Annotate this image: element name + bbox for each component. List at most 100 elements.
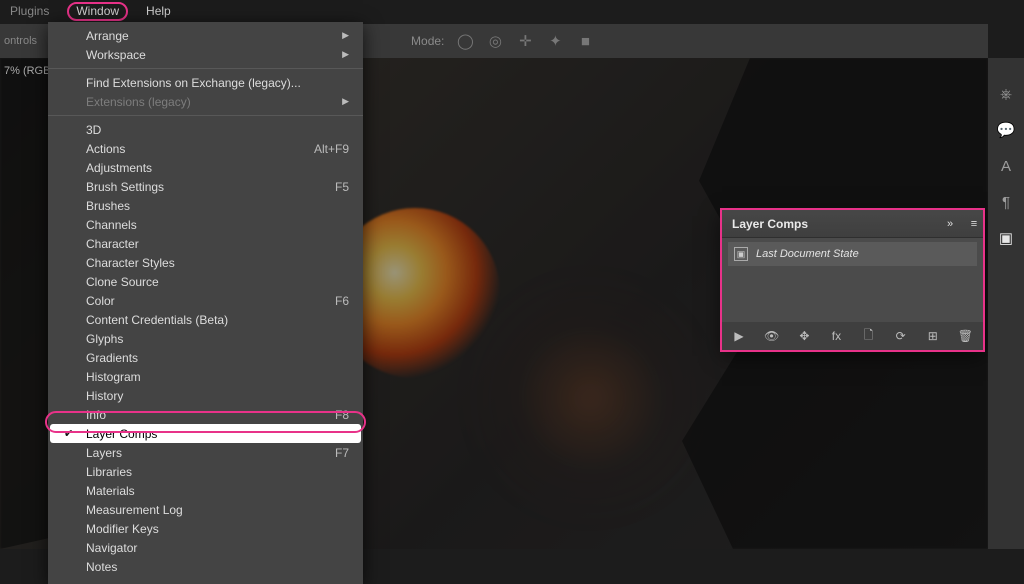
label: Channels: [86, 218, 137, 232]
shortcut: F7: [335, 446, 349, 460]
menu-item-modifier-keys[interactable]: Modifier Keys: [48, 519, 363, 538]
label: Adjustments: [86, 161, 152, 175]
mode-icon-3[interactable]: ✛: [516, 32, 534, 50]
menu-item-navigator[interactable]: Navigator: [48, 538, 363, 557]
update-appearance-icon[interactable]: fx: [829, 328, 843, 344]
menu-item-3d[interactable]: 3D: [48, 120, 363, 139]
menu-item-libraries[interactable]: Libraries: [48, 462, 363, 481]
separator: [48, 115, 363, 116]
document-state-icon: ▣: [734, 247, 748, 261]
menu-item-brushes[interactable]: Brushes: [48, 196, 363, 215]
menu-item-color[interactable]: Color F6: [48, 291, 363, 310]
shortcut: F5: [335, 180, 349, 194]
menu-bar: Plugins Window Help: [0, 1, 179, 21]
label: Content Credentials (Beta): [86, 313, 228, 327]
dock-learn-icon[interactable]: ⎈: [996, 84, 1016, 104]
label: Notes: [86, 560, 117, 574]
last-document-state: Last Document State: [756, 248, 859, 260]
label: Measurement Log: [86, 503, 183, 517]
submenu-arrow-icon: ▶: [342, 96, 349, 107]
menu-item-materials[interactable]: Materials: [48, 481, 363, 500]
label: Gradients: [86, 351, 138, 365]
menu-item-brush-settings[interactable]: Brush Settings F5: [48, 177, 363, 196]
menu-item-clone-source[interactable]: Clone Source: [48, 272, 363, 291]
panel-title: Layer Comps: [732, 217, 808, 231]
layer-comp-row[interactable]: ▣ Last Document State: [728, 242, 977, 266]
label: Libraries: [86, 465, 132, 479]
menu-item-find-extensions[interactable]: Find Extensions on Exchange (legacy)...: [48, 73, 363, 92]
label: Workspace: [86, 48, 146, 62]
dock-comments-icon[interactable]: 💬: [996, 120, 1016, 140]
refresh-icon[interactable]: ⟳: [894, 328, 908, 344]
shortcut: Alt+F9: [314, 142, 349, 156]
dock-layer-comps-icon[interactable]: ▣: [996, 228, 1016, 248]
separator: [48, 68, 363, 69]
shortcut: F6: [335, 294, 349, 308]
update-comp-icon[interactable]: 🗋: [862, 328, 876, 344]
menu-item-character-styles[interactable]: Character Styles: [48, 253, 363, 272]
menu-item-workspace[interactable]: Workspace ▶: [48, 45, 363, 64]
apply-previous-icon[interactable]: ▶: [732, 328, 746, 344]
menu-item-info[interactable]: Info F8: [48, 405, 363, 424]
doc-status: 7% (RGB: [0, 62, 54, 80]
delete-icon[interactable]: 🗑: [958, 328, 973, 344]
mode-icon-4[interactable]: ✦: [546, 32, 564, 50]
highlight-window: Window: [67, 2, 128, 21]
menu-item-measurement-log[interactable]: Measurement Log: [48, 500, 363, 519]
haze: [460, 268, 720, 528]
label: Find Extensions on Exchange (legacy)...: [86, 76, 301, 90]
label: History: [86, 389, 123, 403]
mode-icon-5[interactable]: ■: [576, 32, 594, 50]
submenu-arrow-icon: ▶: [342, 30, 349, 41]
label: Character: [86, 237, 139, 251]
menu-item-extensions: Extensions (legacy) ▶: [48, 92, 363, 111]
dock-paragraph-icon[interactable]: ¶: [996, 192, 1016, 212]
label: Info: [86, 408, 106, 422]
menu-item-channels[interactable]: Channels: [48, 215, 363, 234]
menu-item-glyphs[interactable]: Glyphs: [48, 329, 363, 348]
label: Character Styles: [86, 256, 175, 270]
label: Extensions (legacy): [86, 95, 191, 109]
mode-icon-2[interactable]: ◎: [486, 32, 504, 50]
menu-item-arrange[interactable]: Arrange ▶: [48, 26, 363, 45]
update-position-icon[interactable]: ✥: [797, 328, 811, 344]
label: Color: [86, 294, 115, 308]
dock-character-icon[interactable]: A: [996, 156, 1016, 176]
menu-item-notes[interactable]: Notes: [48, 557, 363, 576]
label: Brushes: [86, 199, 130, 213]
menu-item-character[interactable]: Character: [48, 234, 363, 253]
mode-icon-1[interactable]: ◯: [456, 32, 474, 50]
menu-item-layer-comps[interactable]: ✔Layer Comps: [50, 424, 361, 443]
label: Arrange: [86, 29, 129, 43]
menu-item-histogram[interactable]: Histogram: [48, 367, 363, 386]
label: Brush Settings: [86, 180, 164, 194]
submenu-arrow-icon: ▶: [342, 49, 349, 60]
menu-help[interactable]: Help: [138, 2, 179, 20]
window-dropdown: Arrange ▶ Workspace ▶ Find Extensions on E…: [48, 22, 363, 584]
new-comp-icon[interactable]: ⊞: [926, 328, 940, 344]
menu-item-adjustments[interactable]: Adjustments: [48, 158, 363, 177]
menu-item-layers[interactable]: Layers F7: [48, 443, 363, 462]
label: Glyphs: [86, 332, 123, 346]
menu-item-actions[interactable]: Actions Alt+F9: [48, 139, 363, 158]
label: Layers: [86, 446, 122, 460]
shortcut: F8: [335, 408, 349, 422]
label: Clone Source: [86, 275, 159, 289]
checkmark-icon: ✔: [64, 427, 73, 440]
label: Navigator: [86, 541, 137, 555]
controls-fragment: ontrols: [4, 35, 37, 47]
mode-label: Mode:: [411, 34, 444, 48]
panel-collapse-icon[interactable]: »: [941, 218, 959, 230]
menu-window[interactable]: Window: [59, 2, 136, 20]
menu-item-gradients[interactable]: Gradients: [48, 348, 363, 367]
label: Histogram: [86, 370, 141, 384]
update-visibility-icon[interactable]: 👁: [764, 328, 779, 344]
panel-header[interactable]: Layer Comps » ≡: [722, 210, 983, 238]
panel-menu-icon[interactable]: ≡: [965, 218, 983, 230]
menu-plugins[interactable]: Plugins: [2, 2, 57, 20]
label: Actions: [86, 142, 125, 156]
menu-item-history[interactable]: History: [48, 386, 363, 405]
layer-comps-panel[interactable]: Layer Comps » ≡ ▣ Last Document State ▶ …: [722, 210, 983, 350]
menu-item-content-credentials[interactable]: Content Credentials (Beta): [48, 310, 363, 329]
mode-group: Mode: ◯ ◎ ✛ ✦ ■: [411, 32, 594, 50]
